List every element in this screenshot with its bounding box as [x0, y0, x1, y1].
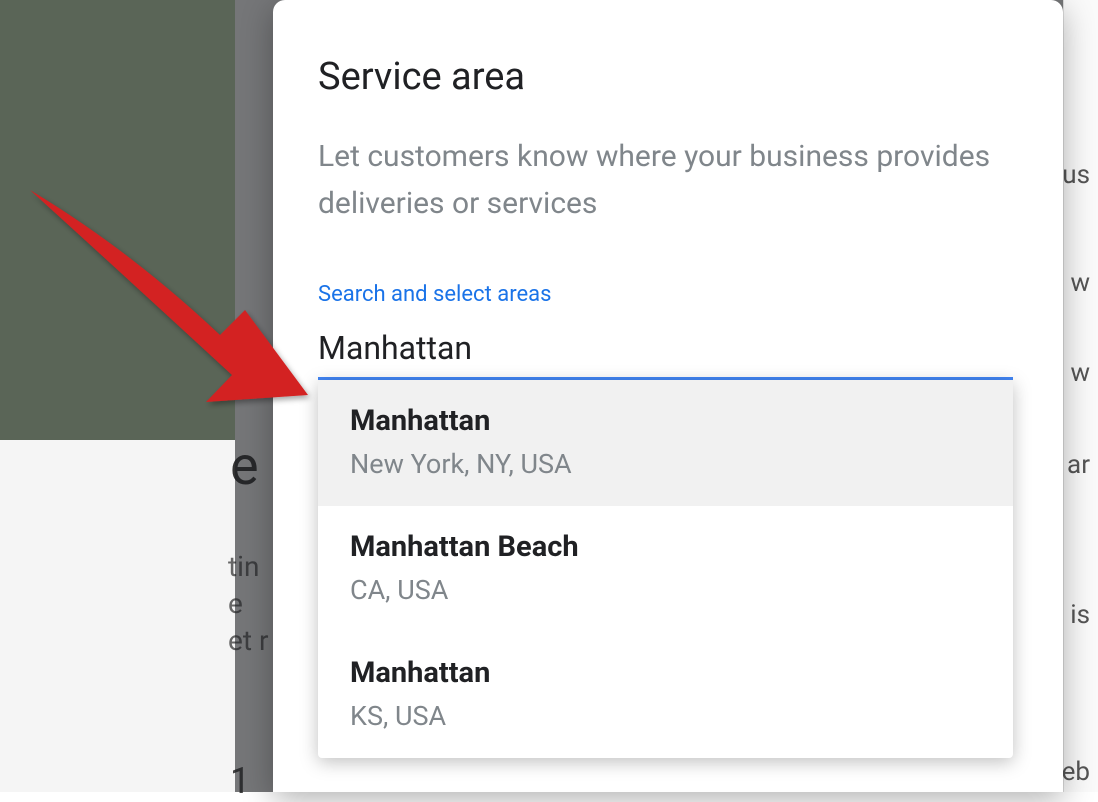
- bg-fragment: is: [1070, 600, 1090, 630]
- bg-fragment: ar: [1067, 450, 1090, 480]
- bg-fragment: w: [1070, 268, 1090, 298]
- bg-right-panel: us w w ar is eb: [1063, 0, 1098, 792]
- search-area-input[interactable]: [318, 323, 1013, 380]
- suggestion-title: Manhattan: [350, 404, 981, 438]
- bg-fragment: w: [1070, 358, 1090, 388]
- bg-fragment: us: [1062, 160, 1090, 190]
- autocomplete-dropdown: Manhattan New York, NY, USA Manhattan Be…: [318, 380, 1013, 758]
- suggestion-item[interactable]: Manhattan New York, NY, USA: [318, 380, 1013, 506]
- suggestion-item[interactable]: Manhattan KS, USA: [318, 632, 1013, 758]
- dialog-description: Let customers know where your business p…: [318, 134, 1013, 227]
- suggestion-subtitle: KS, USA: [350, 700, 981, 732]
- search-label: Search and select areas: [318, 282, 1013, 307]
- suggestion-title: Manhattan Beach: [350, 530, 981, 564]
- bg-fragment: eb: [1062, 757, 1090, 787]
- suggestion-subtitle: CA, USA: [350, 574, 981, 606]
- suggestion-title: Manhattan: [350, 656, 981, 690]
- service-area-dialog: Service area Let customers know where yo…: [273, 0, 1063, 792]
- bg-dark-panel: [0, 0, 235, 440]
- suggestion-subtitle: New York, NY, USA: [350, 448, 981, 480]
- dialog-title: Service area: [318, 55, 1013, 99]
- suggestion-item[interactable]: Manhattan Beach CA, USA: [318, 506, 1013, 632]
